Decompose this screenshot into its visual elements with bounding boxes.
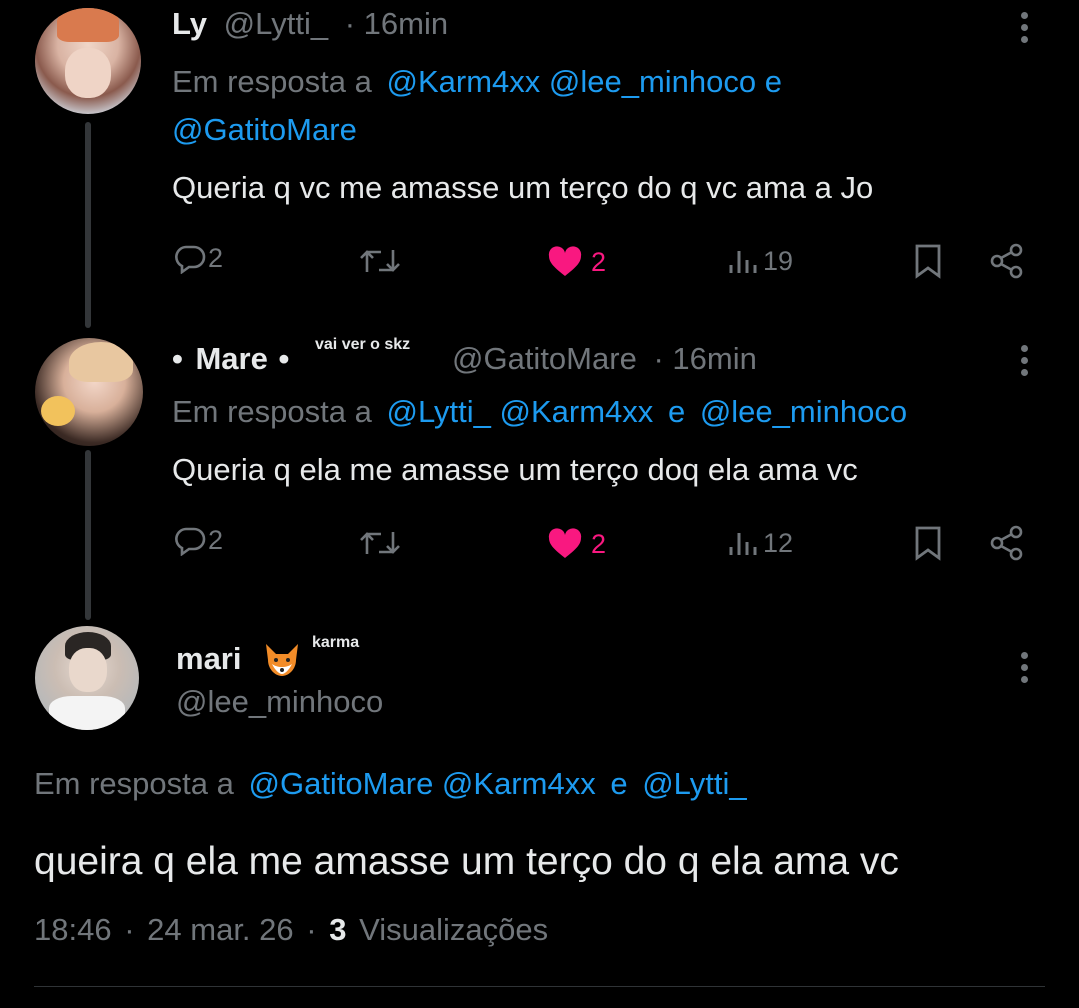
- views-label: Visualizações: [359, 912, 549, 947]
- view-count: 19: [763, 246, 794, 276]
- share-icon: [990, 243, 1023, 279]
- reply-mention[interactable]: @Lytti_: [642, 766, 746, 801]
- reply-mention[interactable]: @lee_minhoco: [700, 394, 907, 429]
- display-name[interactable]: mari: [176, 641, 241, 676]
- share-icon: [990, 525, 1023, 561]
- handle[interactable]: @Lytti_: [224, 6, 328, 41]
- bookmark-icon: [915, 526, 941, 561]
- reply-icon: [175, 527, 206, 556]
- reply-prefix: Em resposta a: [172, 394, 372, 429]
- separator: ·: [306, 912, 317, 947]
- views-icon: [729, 250, 757, 273]
- more-icon[interactable]: [1021, 345, 1029, 381]
- tweet-meta: 18:46 · 24 mar. 26 · 3 Visualizações: [34, 912, 548, 948]
- reply-mentions[interactable]: @Karm4xx @lee_minhoco e: [387, 64, 783, 99]
- heart-icon: [548, 246, 582, 276]
- tweet-header: Ly @Lytti_ · 16min: [172, 6, 448, 42]
- retweet-icon: [360, 250, 400, 272]
- views-icon: [729, 532, 757, 555]
- avatar[interactable]: [35, 8, 141, 114]
- timestamp[interactable]: 16min: [672, 341, 756, 376]
- avatar[interactable]: [35, 338, 143, 446]
- timestamp[interactable]: 16min: [364, 6, 448, 41]
- heart-icon: [548, 528, 582, 558]
- reply-and: e: [667, 394, 686, 429]
- reply-prefix: Em resposta a: [34, 766, 234, 801]
- like-button[interactable]: 2: [547, 246, 606, 278]
- tweet-text: queira q ela me amasse um terço do q ela…: [34, 840, 899, 883]
- more-icon[interactable]: [1021, 12, 1029, 48]
- reply-and: e: [610, 766, 628, 801]
- retweet-button[interactable]: [358, 246, 402, 276]
- views-button[interactable]: 19: [727, 246, 793, 277]
- separator: ·: [653, 341, 664, 376]
- author-name-row: mari: [176, 641, 241, 677]
- view-count: 12: [763, 528, 794, 558]
- reply-context: Em resposta a @Lytti_ @Karm4xx e @lee_mi…: [172, 394, 907, 430]
- profile-badge: vai ver o skz: [315, 336, 411, 353]
- reply-mentions[interactable]: @Lytti_ @Karm4xx: [387, 394, 654, 429]
- retweet-button[interactable]: [358, 528, 402, 558]
- tweet-text: Queria q ela me amasse um terço doq ela …: [172, 452, 858, 487]
- display-name[interactable]: Ly: [172, 6, 207, 41]
- reply-button[interactable]: 2: [174, 525, 223, 556]
- retweet-icon: [360, 532, 400, 554]
- bookmark-icon: [915, 244, 941, 279]
- share-button[interactable]: [988, 243, 1026, 279]
- reply-icon: [175, 245, 206, 274]
- date[interactable]: 24 mar. 26: [147, 912, 293, 947]
- divider: [34, 986, 1045, 987]
- name-bullet: •: [172, 341, 183, 376]
- reply-context: Em resposta a @Karm4xx @lee_minhoco e: [172, 64, 782, 100]
- handle[interactable]: @GatitoMare: [452, 341, 637, 376]
- reply-count: 2: [208, 243, 224, 273]
- bookmark-button[interactable]: [913, 243, 943, 279]
- reply-mention[interactable]: @GatitoMare: [172, 112, 357, 147]
- share-button[interactable]: [988, 525, 1026, 561]
- thread-line: [85, 122, 91, 328]
- reply-context-line2: @GatitoMare: [172, 112, 357, 148]
- avatar[interactable]: [35, 626, 139, 730]
- separator: ·: [124, 912, 135, 947]
- like-count: 2: [591, 528, 607, 559]
- fox-emoji: [262, 642, 302, 678]
- tweet-text: Queria q vc me amasse um terço do q vc a…: [172, 170, 874, 205]
- display-name[interactable]: Mare: [195, 341, 267, 376]
- handle[interactable]: @lee_minhoco: [176, 684, 383, 720]
- view-count: 3: [329, 912, 347, 947]
- views-button[interactable]: 12: [727, 528, 793, 559]
- tweet-header-meta: @GatitoMare · 16min: [452, 341, 757, 377]
- name-bullet: •: [278, 341, 290, 376]
- reply-count: 2: [208, 525, 224, 555]
- reply-context: Em resposta a @GatitoMare @Karm4xx e @Ly…: [34, 766, 747, 802]
- like-count: 2: [591, 246, 607, 277]
- thread-line: [85, 450, 91, 620]
- separator: ·: [344, 6, 356, 41]
- tweet-header: • Mare •: [172, 341, 289, 377]
- bookmark-button[interactable]: [913, 525, 943, 561]
- reply-button[interactable]: 2: [174, 243, 223, 274]
- reply-mentions[interactable]: @GatitoMare @Karm4xx: [249, 766, 596, 801]
- timestamp[interactable]: 18:46: [34, 912, 112, 947]
- reply-prefix: Em resposta a: [172, 64, 372, 99]
- like-button[interactable]: 2: [547, 528, 606, 560]
- profile-badge: karma: [312, 634, 360, 651]
- more-icon[interactable]: [1021, 652, 1029, 688]
